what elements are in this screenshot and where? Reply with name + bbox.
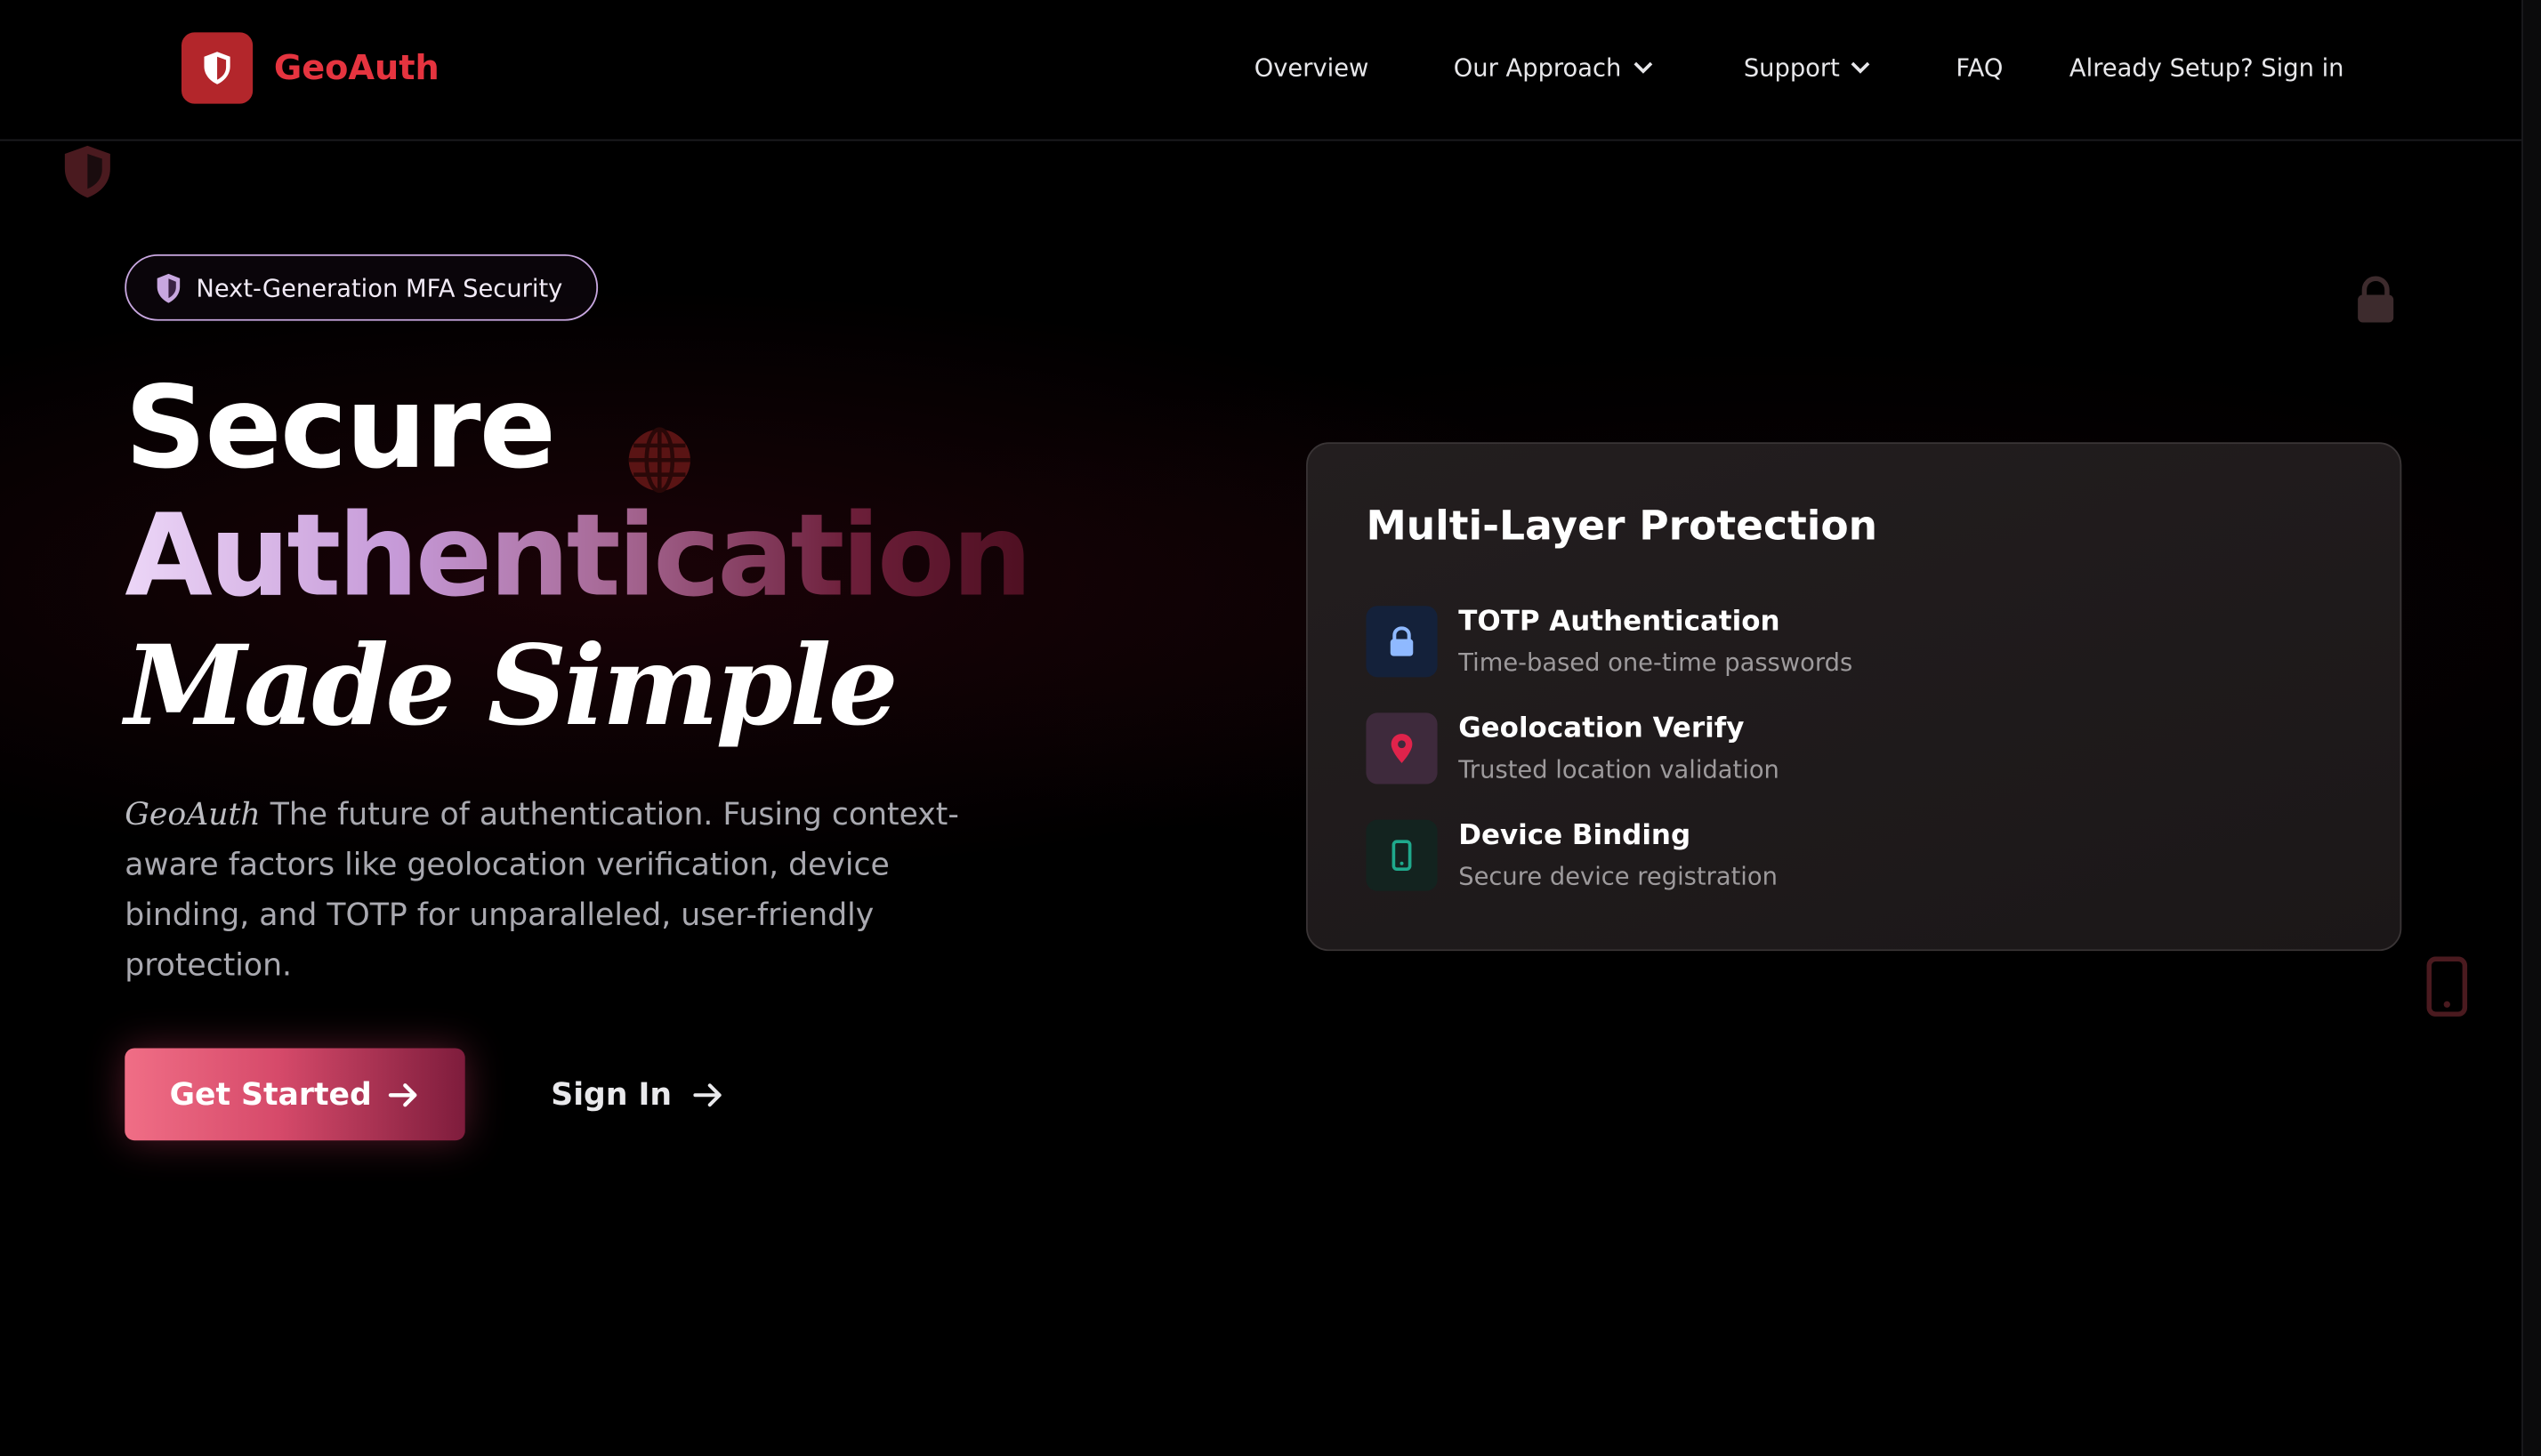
logo[interactable] bbox=[181, 32, 254, 104]
feature-icon-box bbox=[1366, 819, 1438, 891]
sign-in-label: Sign In bbox=[551, 1077, 673, 1114]
lock-icon bbox=[1390, 626, 1414, 656]
chevron-down-icon bbox=[1851, 61, 1870, 74]
feature-geolocation: Geolocation Verify Trusted location vali… bbox=[1366, 712, 2338, 787]
description-brand: GeoAuth bbox=[125, 797, 261, 833]
brand-name[interactable]: GeoAuth bbox=[274, 44, 440, 93]
nav-our-approach[interactable]: Our Approach bbox=[1454, 49, 1654, 88]
shield-icon bbox=[204, 52, 230, 84]
card-title: Multi-Layer Protection bbox=[1366, 502, 1878, 550]
get-started-button[interactable]: Get Started bbox=[125, 1048, 465, 1141]
arrow-right-icon bbox=[389, 1082, 418, 1106]
feature-subtitle: Time-based one-time passwords bbox=[1458, 648, 1853, 678]
nav-faq[interactable]: FAQ bbox=[1956, 49, 2003, 88]
protection-card: Multi-Layer Protection TOTP Authenticati… bbox=[1306, 442, 2402, 952]
hero-description: GeoAuth The future of authentication. Fu… bbox=[125, 791, 1000, 992]
feature-title: Geolocation Verify bbox=[1458, 712, 1745, 745]
mfa-badge: Next-Generation MFA Security bbox=[125, 253, 599, 321]
nav-our-approach-label: Our Approach bbox=[1453, 53, 1622, 83]
arrow-right-icon bbox=[692, 1083, 721, 1107]
nav-support[interactable]: Support bbox=[1744, 49, 1872, 88]
nav-overview-label: Overview bbox=[1254, 53, 1369, 83]
sign-in-button[interactable]: Sign In bbox=[551, 1065, 723, 1126]
lock-icon bbox=[2358, 276, 2394, 323]
nav-faq-label: FAQ bbox=[1956, 53, 2004, 83]
nav-support-label: Support bbox=[1743, 53, 1840, 83]
phone-icon bbox=[1392, 840, 1412, 872]
phone-icon bbox=[2426, 956, 2468, 1017]
shield-icon bbox=[157, 272, 181, 302]
feature-title: Device Binding bbox=[1458, 819, 1691, 853]
get-started-label: Get Started bbox=[169, 1076, 372, 1113]
feature-totp: TOTP Authentication Time-based one-time … bbox=[1366, 606, 2338, 680]
location-pin-icon bbox=[1391, 734, 1413, 763]
feature-device-binding: Device Binding Secure device registratio… bbox=[1366, 819, 2338, 895]
shield-icon bbox=[64, 145, 110, 198]
vertical-scrollbar[interactable] bbox=[2521, 0, 2541, 1456]
badge-label: Next-Generation MFA Security bbox=[196, 272, 563, 302]
chevron-down-icon bbox=[1633, 61, 1652, 74]
feature-icon-box bbox=[1366, 712, 1438, 784]
feature-subtitle: Trusted location validation bbox=[1458, 754, 1779, 784]
globe-icon bbox=[628, 427, 690, 494]
feature-subtitle: Secure device registration bbox=[1458, 861, 1778, 891]
nav-overview[interactable]: Overview bbox=[1254, 49, 1369, 88]
landing-page: GeoAuth Overview Our Approach Support FA… bbox=[0, 0, 2541, 1456]
nav-sign-in-label: Already Setup? Sign in bbox=[2069, 53, 2344, 83]
top-navbar: GeoAuth Overview Our Approach Support FA… bbox=[0, 0, 2541, 141]
headline-line-1: Secure bbox=[125, 361, 556, 495]
headline-line-3: Made Simple bbox=[125, 622, 898, 752]
feature-title: TOTP Authentication bbox=[1458, 606, 1780, 639]
nav-sign-in[interactable]: Already Setup? Sign in bbox=[2069, 49, 2344, 88]
headline-line-2: Authentication bbox=[125, 489, 1032, 623]
feature-icon-box bbox=[1366, 606, 1438, 678]
